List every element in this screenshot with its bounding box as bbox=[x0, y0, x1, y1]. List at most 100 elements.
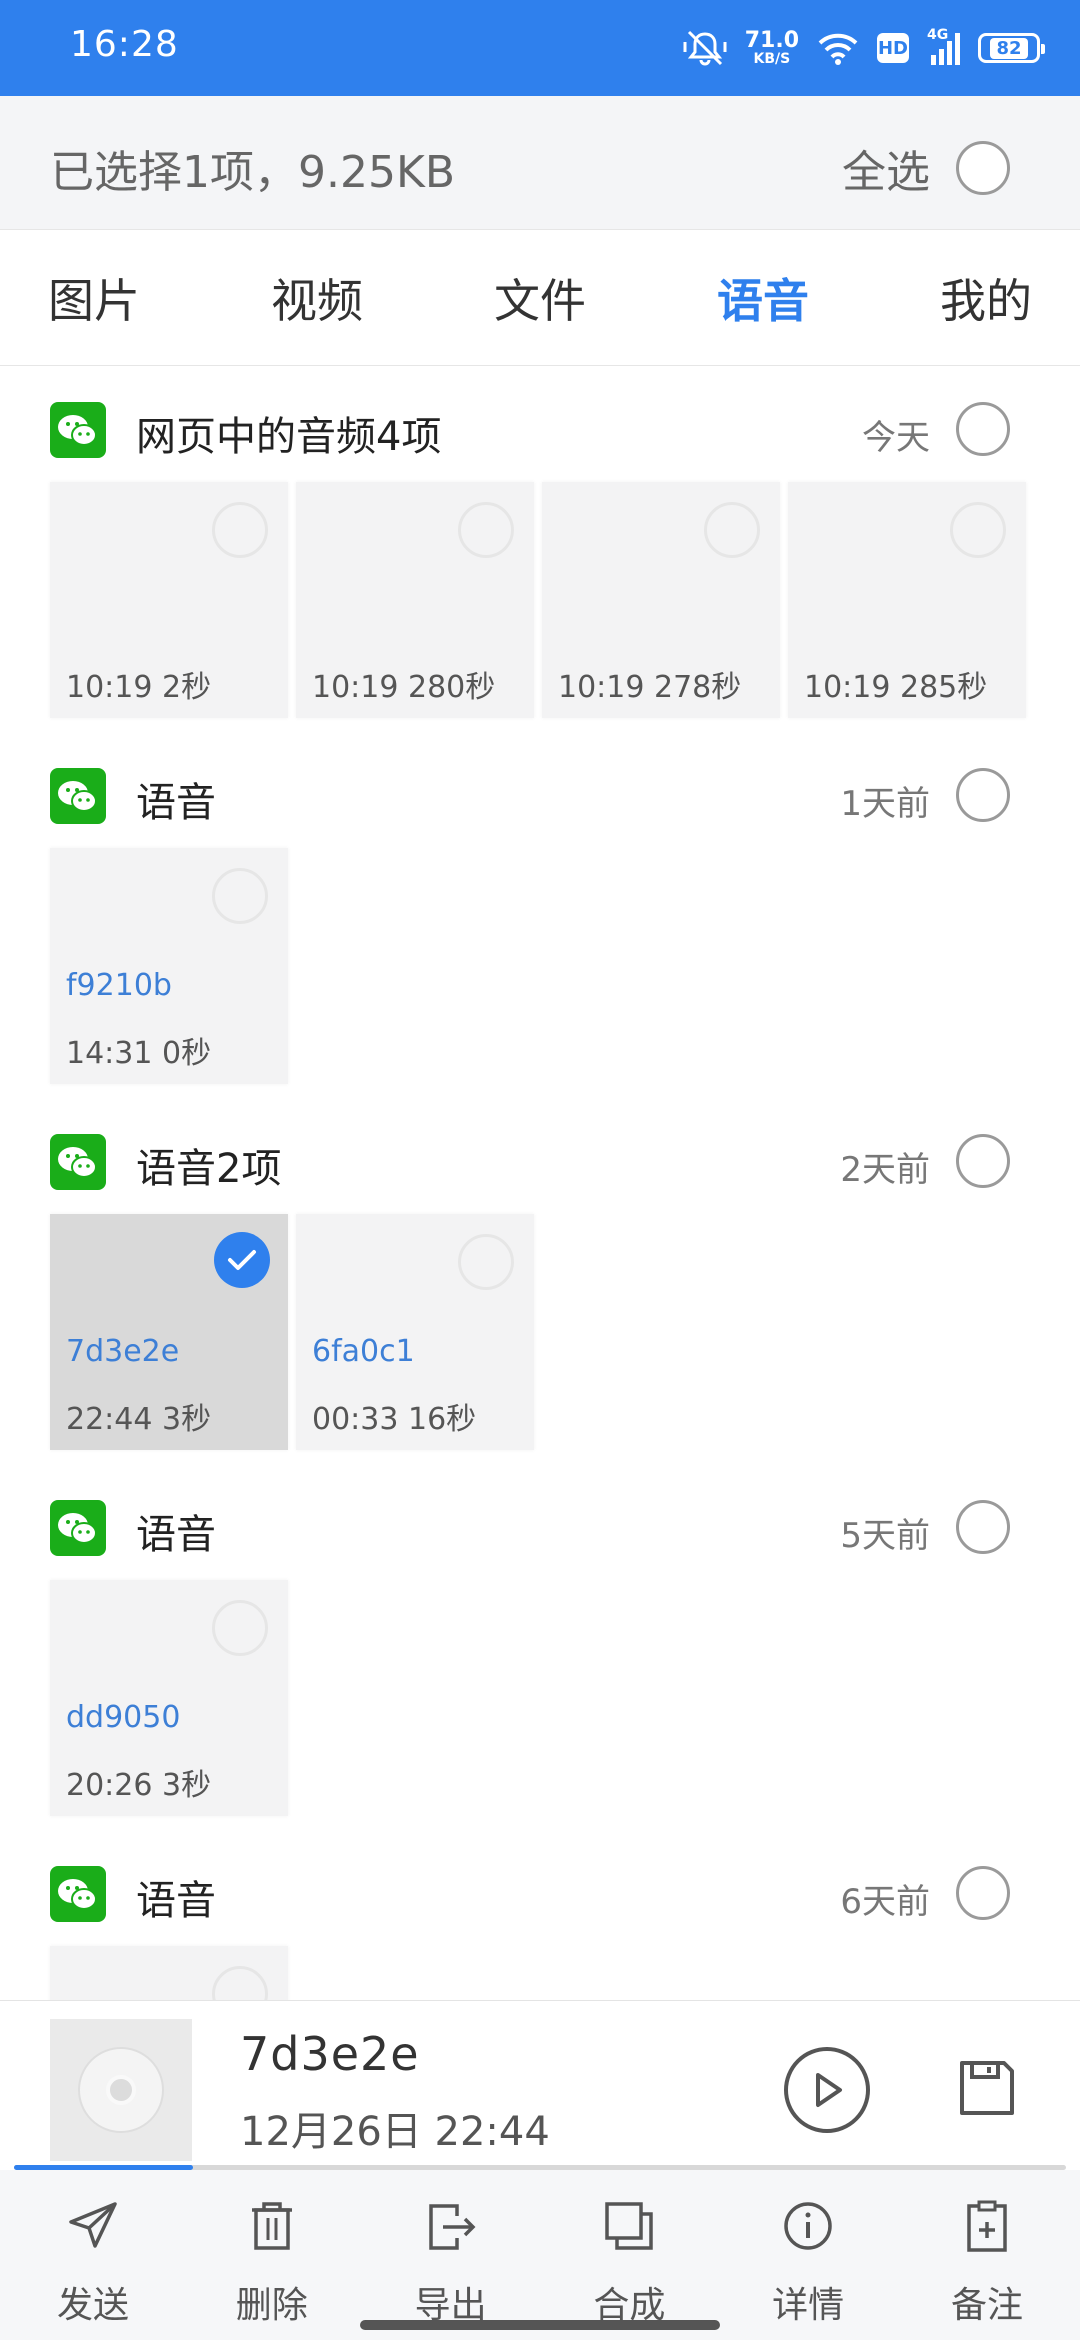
group-header: 语音 5天前 bbox=[50, 1500, 1010, 1558]
note-icon bbox=[955, 2194, 1019, 2258]
delete-button[interactable]: 删除 bbox=[217, 2194, 327, 2340]
info-icon bbox=[776, 2194, 840, 2258]
mute-icon bbox=[683, 28, 727, 68]
send-label: 发送 bbox=[56, 2285, 129, 2326]
group-time: 6天前 bbox=[840, 1882, 930, 1922]
voice-item[interactable]: 10:19 2秒 bbox=[50, 482, 288, 718]
category-tabs: 图片 视频 文件 语音 我的 bbox=[0, 230, 1080, 366]
group-time: 2天前 bbox=[840, 1150, 930, 1190]
voice-item[interactable]: dd9050 20:26 3秒 bbox=[50, 1580, 288, 1816]
item-checkbox[interactable] bbox=[458, 1234, 514, 1290]
wifi-icon bbox=[817, 31, 859, 65]
item-meta: 10:19 280秒 bbox=[312, 670, 496, 705]
item-name: 7d3e2e bbox=[66, 1334, 180, 1369]
group-today: 网页中的音频4项 今天 10:19 2秒 10:19 280秒 10:19 27… bbox=[0, 366, 1080, 732]
select-all-checkbox[interactable] bbox=[956, 141, 1010, 195]
group-header: 语音 6天前 bbox=[50, 1866, 1010, 1924]
export-icon bbox=[419, 2194, 483, 2258]
status-icons: 71.0 KB/S HD 4G 82 bbox=[683, 22, 1045, 74]
group-title: 语音 bbox=[136, 1878, 216, 1924]
item-checkbox[interactable] bbox=[458, 502, 514, 558]
details-label: 详情 bbox=[772, 2285, 845, 2326]
save-icon bbox=[960, 2061, 1014, 2115]
voice-item[interactable]: f9210b 14:31 0秒 bbox=[50, 848, 288, 1084]
merge-button[interactable]: 合成 bbox=[574, 2194, 684, 2340]
voice-item[interactable]: 6fa0c1 00:33 16秒 bbox=[296, 1214, 534, 1450]
group-time: 5天前 bbox=[840, 1516, 930, 1556]
item-checkbox[interactable] bbox=[704, 502, 760, 558]
network-type-label: 4G bbox=[927, 27, 949, 43]
bottom-action-bar: 发送 删除 导出 合成 详情 备注 bbox=[0, 2170, 1080, 2340]
group-header: 语音 1天前 bbox=[50, 768, 1010, 826]
select-all-button[interactable]: 全选 bbox=[842, 136, 1010, 200]
voice-item[interactable] bbox=[50, 1946, 288, 2000]
item-name: f9210b bbox=[66, 968, 172, 1003]
voice-item-selected[interactable]: 7d3e2e 22:44 3秒 bbox=[50, 1214, 288, 1450]
group-items: dd9050 20:26 3秒 bbox=[50, 1580, 288, 1816]
item-name: 6fa0c1 bbox=[312, 1334, 415, 1369]
hd-badge: HD bbox=[877, 33, 909, 63]
item-meta: 22:44 3秒 bbox=[66, 1402, 212, 1437]
group-items bbox=[50, 1946, 288, 2000]
wechat-icon bbox=[50, 768, 106, 824]
check-icon[interactable] bbox=[214, 1232, 270, 1288]
wechat-icon bbox=[50, 1500, 106, 1556]
voice-list[interactable]: 网页中的音频4项 今天 10:19 2秒 10:19 280秒 10:19 27… bbox=[0, 366, 1080, 2000]
group-items: 7d3e2e 22:44 3秒 6fa0c1 00:33 16秒 bbox=[50, 1214, 534, 1450]
group-5-days-ago: 语音 5天前 dd9050 20:26 3秒 bbox=[0, 1464, 1080, 1830]
group-select-checkbox[interactable] bbox=[956, 1866, 1010, 1920]
group-select-checkbox[interactable] bbox=[956, 1500, 1010, 1554]
group-title: 语音2项 bbox=[136, 1146, 282, 1192]
trash-icon bbox=[240, 2194, 304, 2258]
tab-images[interactable]: 图片 bbox=[48, 265, 140, 331]
player-track-name: 7d3e2e bbox=[240, 2027, 420, 2081]
net-speed-value: 71.0 bbox=[744, 28, 799, 53]
battery-level: 82 bbox=[990, 37, 1028, 59]
wechat-icon bbox=[50, 402, 106, 458]
note-label: 备注 bbox=[950, 2285, 1023, 2326]
export-button[interactable]: 导出 bbox=[396, 2194, 506, 2340]
net-speed-unit: KB/S bbox=[753, 51, 791, 67]
send-button[interactable]: 发送 bbox=[38, 2194, 148, 2340]
note-button[interactable]: 备注 bbox=[932, 2194, 1042, 2340]
play-button[interactable] bbox=[784, 2047, 870, 2133]
tab-files[interactable]: 文件 bbox=[494, 265, 586, 331]
audio-player: 7d3e2e 12月26日 22:44 bbox=[0, 2000, 1080, 2170]
details-button[interactable]: 详情 bbox=[753, 2194, 863, 2340]
tab-voice[interactable]: 语音 bbox=[717, 265, 809, 331]
item-name: dd9050 bbox=[66, 1700, 181, 1735]
item-meta: 10:19 278秒 bbox=[558, 670, 742, 705]
select-all-label: 全选 bbox=[842, 147, 930, 198]
group-title: 语音 bbox=[136, 780, 216, 826]
selection-summary: 已选择1项，9.25KB bbox=[50, 147, 456, 198]
group-select-checkbox[interactable] bbox=[956, 402, 1010, 456]
group-header: 网页中的音频4项 今天 bbox=[50, 402, 1010, 460]
item-checkbox[interactable] bbox=[212, 1966, 268, 2000]
item-checkbox[interactable] bbox=[212, 502, 268, 558]
tab-mine[interactable]: 我的 bbox=[940, 265, 1032, 331]
group-time: 今天 bbox=[862, 418, 930, 458]
voice-item[interactable]: 10:19 278秒 bbox=[542, 482, 780, 718]
item-checkbox[interactable] bbox=[950, 502, 1006, 558]
voice-item[interactable]: 10:19 285秒 bbox=[788, 482, 1026, 718]
voice-item[interactable]: 10:19 280秒 bbox=[296, 482, 534, 718]
item-checkbox[interactable] bbox=[212, 1600, 268, 1656]
item-meta: 10:19 2秒 bbox=[66, 670, 212, 705]
group-time: 1天前 bbox=[840, 784, 930, 824]
tab-videos[interactable]: 视频 bbox=[271, 265, 363, 331]
status-bar: 16:28 71.0 KB/S HD 4G 82 bbox=[0, 0, 1080, 96]
net-speed: 71.0 KB/S bbox=[744, 28, 799, 67]
group-title: 语音 bbox=[136, 1512, 216, 1558]
group-items: 10:19 2秒 10:19 280秒 10:19 278秒 10:19 285… bbox=[50, 482, 1026, 718]
delete-label: 删除 bbox=[235, 2285, 308, 2326]
status-time: 16:28 bbox=[70, 24, 179, 65]
home-indicator[interactable] bbox=[360, 2320, 720, 2330]
group-header: 语音2项 2天前 bbox=[50, 1134, 1010, 1192]
group-items: f9210b 14:31 0秒 bbox=[50, 848, 288, 1084]
send-icon bbox=[61, 2194, 125, 2258]
item-checkbox[interactable] bbox=[212, 868, 268, 924]
group-select-checkbox[interactable] bbox=[956, 768, 1010, 822]
group-select-checkbox[interactable] bbox=[956, 1134, 1010, 1188]
item-meta: 14:31 0秒 bbox=[66, 1036, 212, 1071]
save-button[interactable] bbox=[956, 2057, 1018, 2123]
